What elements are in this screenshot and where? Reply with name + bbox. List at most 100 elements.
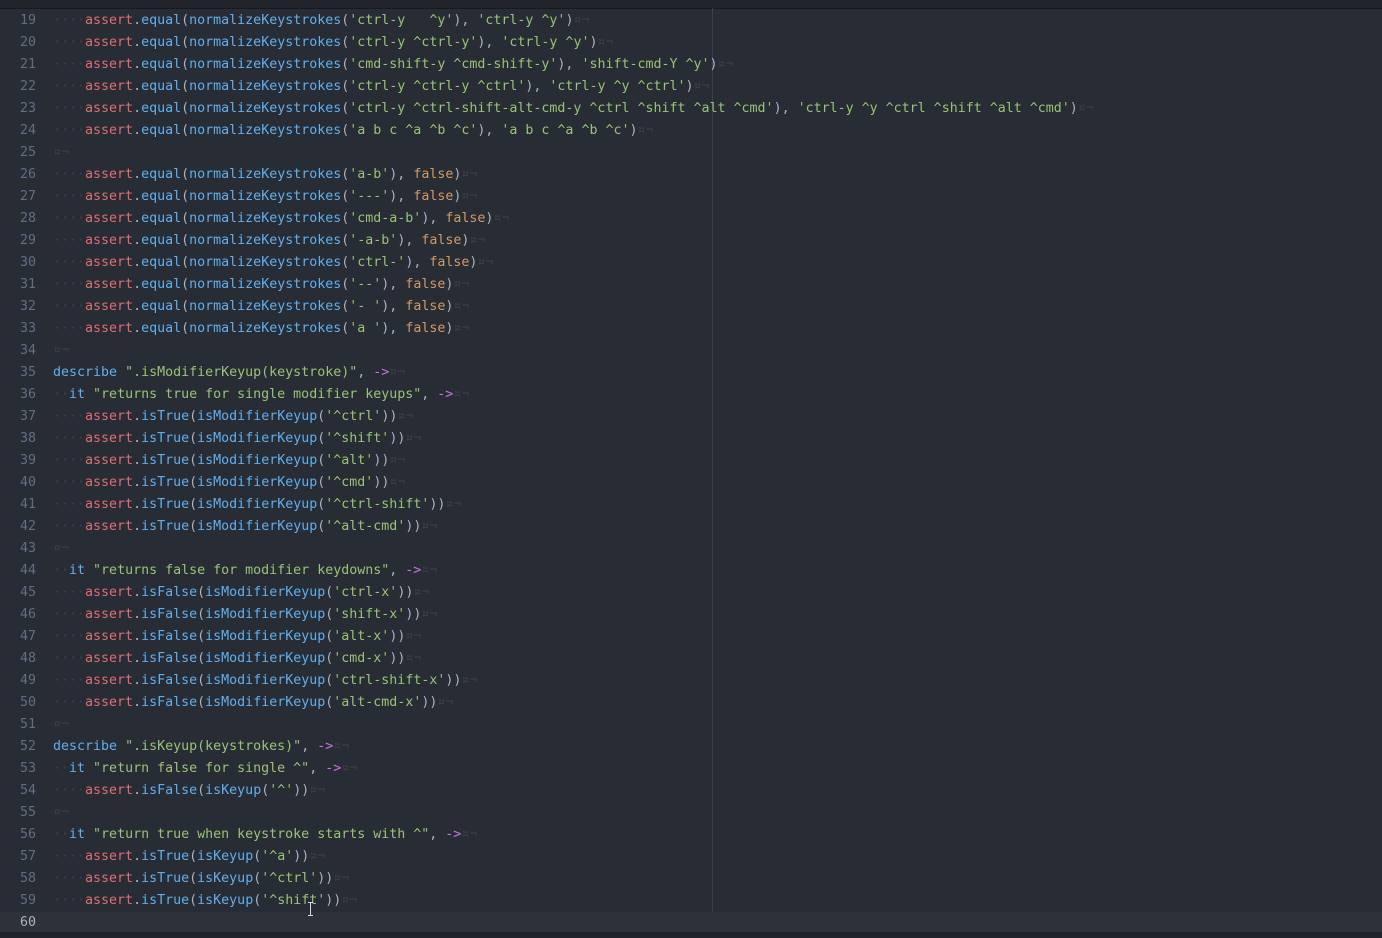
- editor-lines[interactable]: 19 ····assert.equal(normalizeKeystrokes('…: [0, 10, 1382, 934]
- line-code[interactable]: ····assert.equal(normalizeKeystrokes('cm…: [53, 208, 509, 230]
- code-line[interactable]: 30 ····assert.equal(normalizeKeystrokes('…: [0, 252, 1382, 274]
- line-code[interactable]: ¤¬: [53, 538, 69, 560]
- code-token: isModifierKeyup: [205, 651, 326, 666]
- code-line[interactable]: 46 ····assert.isFalse(isModifierKeyup('sh…: [0, 604, 1382, 626]
- line-code[interactable]: ····assert.isFalse(isModifierKeyup('alt-…: [53, 692, 453, 714]
- code-line[interactable]: 24 ····assert.equal(normalizeKeystrokes('…: [0, 120, 1382, 142]
- code-line[interactable]: 38 ····assert.isTrue(isModifierKeyup('^sh…: [0, 428, 1382, 450]
- line-code[interactable]: ··it "return true when keystroke starts …: [53, 824, 477, 846]
- code-line[interactable]: 54 ····assert.isFalse(isKeyup('^'))¤¬: [0, 780, 1382, 802]
- code-token: )): [405, 519, 422, 534]
- code-line[interactable]: 34 ¤¬: [0, 340, 1382, 362]
- line-code[interactable]: ¤¬: [53, 802, 69, 824]
- line-code[interactable]: ····assert.equal(normalizeKeystrokes('- …: [53, 296, 469, 318]
- code-line[interactable]: 22 ····assert.equal(normalizeKeystrokes('…: [0, 76, 1382, 98]
- code-line[interactable]: 56 ··it "return true when keystroke start…: [0, 824, 1382, 846]
- line-code[interactable]: ····assert.equal(normalizeKeystrokes('-a…: [53, 230, 485, 252]
- code-line[interactable]: 59 ····assert.isTrue(isKeyup('^shift'))¤¬: [0, 890, 1382, 912]
- invisible-indent-marker: ····: [53, 57, 86, 72]
- code-token: assert: [85, 277, 134, 292]
- line-code[interactable]: ····assert.equal(normalizeKeystrokes('ct…: [53, 98, 1094, 120]
- code-line[interactable]: 42 ····assert.isTrue(isModifierKeyup('^al…: [0, 516, 1382, 538]
- line-code[interactable]: ····assert.equal(normalizeKeystrokes('a-…: [53, 164, 477, 186]
- code-editor[interactable]: 19 ····assert.equal(normalizeKeystrokes('…: [0, 0, 1382, 938]
- line-code[interactable]: ····assert.isFalse(isModifierKeyup('shif…: [53, 604, 437, 626]
- line-code[interactable]: ····assert.isFalse(isModifierKeyup('ctrl…: [53, 670, 477, 692]
- code-line[interactable]: 41 ····assert.isTrue(isModifierKeyup('^ct…: [0, 494, 1382, 516]
- line-code[interactable]: ····assert.isTrue(isModifierKeyup('^ctrl…: [53, 406, 413, 428]
- code-line[interactable]: 21 ····assert.equal(normalizeKeystrokes('…: [0, 54, 1382, 76]
- code-line[interactable]: 33 ····assert.equal(normalizeKeystrokes('…: [0, 318, 1382, 340]
- line-code[interactable]: ····assert.equal(normalizeKeystrokes('--…: [53, 274, 469, 296]
- code-token: equal: [141, 299, 182, 314]
- line-code[interactable]: ····assert.isFalse(isKeyup('^'))¤¬: [53, 780, 325, 802]
- code-token: equal: [141, 277, 182, 292]
- line-code[interactable]: ··it "returns true for single modifier k…: [53, 384, 469, 406]
- code-line[interactable]: 28 ····assert.equal(normalizeKeystrokes('…: [0, 208, 1382, 230]
- code-line[interactable]: 55 ¤¬: [0, 802, 1382, 824]
- code-line[interactable]: 47 ····assert.isFalse(isModifierKeyup('al…: [0, 626, 1382, 648]
- line-code[interactable]: ····assert.equal(normalizeKeystrokes('a …: [53, 318, 469, 340]
- code-token: assert: [85, 893, 134, 908]
- line-code[interactable]: ····assert.equal(normalizeKeystrokes('ct…: [53, 10, 589, 32]
- code-token: normalizeKeystrokes: [189, 35, 342, 50]
- code-line[interactable]: 50 ····assert.isFalse(isModifierKeyup('al…: [0, 692, 1382, 714]
- line-code[interactable]: ····assert.equal(normalizeKeystrokes('ct…: [53, 32, 613, 54]
- code-line[interactable]: 31 ····assert.equal(normalizeKeystrokes('…: [0, 274, 1382, 296]
- line-code[interactable]: ····assert.equal(normalizeKeystrokes('--…: [53, 186, 477, 208]
- code-token: 'cmd-shift-y ^cmd-shift-y': [349, 57, 558, 72]
- line-code[interactable]: ¤¬: [53, 714, 69, 736]
- line-code[interactable]: ¤¬: [53, 340, 69, 362]
- line-code[interactable]: ¤¬: [53, 142, 69, 164]
- code-line[interactable]: 39 ····assert.isTrue(isModifierKeyup('^al…: [0, 450, 1382, 472]
- code-line[interactable]: 37 ····assert.isTrue(isModifierKeyup('^ct…: [0, 406, 1382, 428]
- horizontal-scrollbar[interactable]: [0, 932, 1382, 938]
- line-code[interactable]: describe ".isModifierKeyup(keystroke)", …: [53, 362, 405, 384]
- line-code[interactable]: ····assert.equal(normalizeKeystrokes('ct…: [53, 252, 493, 274]
- line-number: 51: [19, 717, 36, 732]
- code-line[interactable]: 48 ····assert.isFalse(isModifierKeyup('cm…: [0, 648, 1382, 670]
- code-line[interactable]: 40 ····assert.isTrue(isModifierKeyup('^cm…: [0, 472, 1382, 494]
- code-line[interactable]: 43 ¤¬: [0, 538, 1382, 560]
- code-token: .: [133, 167, 142, 182]
- code-line[interactable]: 58 ····assert.isTrue(isKeyup('^ctrl'))¤¬: [0, 868, 1382, 890]
- code-line[interactable]: 52 describe ".isKeyup(keystrokes)", ->¤¬: [0, 736, 1382, 758]
- code-line[interactable]: 51 ¤¬: [0, 714, 1382, 736]
- code-line[interactable]: 53 ··it "return false for single ^", ->¤¬: [0, 758, 1382, 780]
- invisible-eol-marker: ¤¬: [461, 673, 478, 688]
- code-line[interactable]: 60: [0, 912, 1382, 934]
- line-code[interactable]: ····assert.equal(normalizeKeystrokes('ct…: [53, 76, 710, 98]
- code-line[interactable]: 26 ····assert.equal(normalizeKeystrokes('…: [0, 164, 1382, 186]
- code-line[interactable]: 29 ····assert.equal(normalizeKeystrokes('…: [0, 230, 1382, 252]
- line-code[interactable]: ····assert.isFalse(isModifierKeyup('cmd-…: [53, 648, 421, 670]
- code-token: )): [429, 497, 446, 512]
- line-code[interactable]: describe ".isKeyup(keystrokes)", ->¤¬: [53, 736, 349, 758]
- code-line[interactable]: 32 ····assert.equal(normalizeKeystrokes('…: [0, 296, 1382, 318]
- code-line[interactable]: 36 ··it "returns true for single modifier…: [0, 384, 1382, 406]
- code-line[interactable]: 45 ····assert.isFalse(isModifierKeyup('ct…: [0, 582, 1382, 604]
- code-line[interactable]: 27 ····assert.equal(normalizeKeystrokes('…: [0, 186, 1382, 208]
- code-line[interactable]: 35 describe ".isModifierKeyup(keystroke)"…: [0, 362, 1382, 384]
- line-code[interactable]: ····assert.isTrue(isModifierKeyup('^ctrl…: [53, 494, 461, 516]
- line-code[interactable]: ····assert.isTrue(isModifierKeyup('^shif…: [53, 428, 421, 450]
- code-line[interactable]: 57 ····assert.isTrue(isKeyup('^a'))¤¬: [0, 846, 1382, 868]
- line-code[interactable]: ··it "returns false for modifier keydown…: [53, 560, 437, 582]
- line-code[interactable]: ····assert.isFalse(isModifierKeyup('ctrl…: [53, 582, 429, 604]
- code-token: 'cmd-a-b': [349, 211, 422, 226]
- code-line[interactable]: 25 ¤¬: [0, 142, 1382, 164]
- code-line[interactable]: 20 ····assert.equal(normalizeKeystrokes('…: [0, 32, 1382, 54]
- code-line[interactable]: 49 ····assert.isFalse(isModifierKeyup('ct…: [0, 670, 1382, 692]
- line-code[interactable]: ····assert.isTrue(isModifierKeyup('^alt'…: [53, 450, 405, 472]
- line-code[interactable]: ····assert.isTrue(isKeyup('^ctrl'))¤¬: [53, 868, 349, 890]
- code-token: false: [413, 167, 454, 182]
- code-line[interactable]: 44 ··it "returns false for modifier keydo…: [0, 560, 1382, 582]
- line-code[interactable]: ····assert.isFalse(isModifierKeyup('alt-…: [53, 626, 421, 648]
- line-code[interactable]: ····assert.isTrue(isModifierKeyup('^cmd'…: [53, 472, 405, 494]
- line-code[interactable]: ····assert.equal(normalizeKeystrokes('a …: [53, 120, 654, 142]
- line-code[interactable]: ····assert.equal(normalizeKeystrokes('cm…: [53, 54, 734, 76]
- line-code[interactable]: ····assert.isTrue(isKeyup('^a'))¤¬: [53, 846, 325, 868]
- code-line[interactable]: 23 ····assert.equal(normalizeKeystrokes('…: [0, 98, 1382, 120]
- line-code[interactable]: ··it "return false for single ^", ->¤¬: [53, 758, 357, 780]
- code-line[interactable]: 19 ····assert.equal(normalizeKeystrokes('…: [0, 10, 1382, 32]
- line-code[interactable]: ····assert.isTrue(isModifierKeyup('^alt-…: [53, 516, 437, 538]
